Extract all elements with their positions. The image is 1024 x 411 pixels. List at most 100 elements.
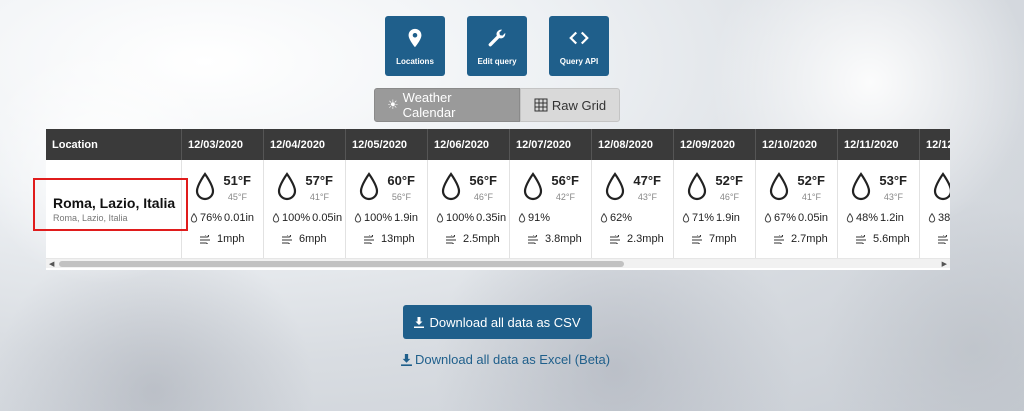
view-toggle: ☀ Weather Calendar Raw Grid [374, 88, 620, 122]
min-temperature: 46°F [719, 192, 739, 202]
location-column-header: Location [46, 129, 182, 160]
max-temperature: 56°F [469, 173, 497, 188]
max-temperature: 57°F [305, 173, 333, 188]
day-cell[interactable]: 53°F 43°F 48% 1.2in 5.6mph [838, 160, 920, 258]
day-cell[interactable]: 60°F 56°F 100% 1.9in 13mph [346, 160, 428, 258]
wind-value: 13mph [381, 233, 415, 245]
day-cell[interactable]: 56°F 46°F 100% 0.35in 2.5mph [428, 160, 510, 258]
horizontal-scrollbar[interactable]: ◀ ▶ [46, 258, 950, 268]
download-excel-label: Download all data as Excel (Beta) [415, 352, 611, 367]
locations-button[interactable]: Locations [385, 16, 445, 76]
small-drop-icon [846, 213, 854, 223]
wind-value: 1mph [217, 233, 245, 245]
date-column-header: 12/04/2020 [264, 129, 346, 160]
small-drop-icon [518, 213, 526, 223]
raindrop-icon [359, 172, 379, 201]
scroll-right-arrow-icon[interactable]: ▶ [942, 260, 947, 268]
query-api-label: Query API [559, 56, 599, 66]
precipitation-row: 62% [600, 212, 634, 224]
wind-icon [692, 234, 702, 244]
day-cell[interactable]: 52°F 41°F 67% 0.05in 2.7mph [756, 160, 838, 258]
wind-row: 2.3mph [610, 233, 664, 245]
download-csv-label: Download all data as CSV [429, 314, 581, 330]
scroll-left-arrow-icon[interactable]: ◀ [49, 260, 54, 268]
location-cell: Roma, Lazio, Italia Roma, Lazio, Italia [46, 160, 182, 258]
raw-grid-label: Raw Grid [551, 97, 607, 113]
precip-value: 1.9in [394, 212, 418, 224]
humidity-value: 76% [200, 212, 223, 224]
humidity-value: 48% [856, 212, 879, 224]
day-cell[interactable]: 38% 6.2 [920, 160, 950, 258]
location-name[interactable]: Roma, Lazio, Italia [53, 195, 181, 211]
precip-value: 1.9in [716, 212, 740, 224]
day-cell[interactable]: 47°F 43°F 62% 2.3mph [592, 160, 674, 258]
precip-value: 0.05in [312, 212, 343, 224]
wind-icon [200, 234, 210, 244]
table-row: Roma, Lazio, Italia Roma, Lazio, Italia … [46, 160, 950, 258]
humidity-value: 71% [692, 212, 715, 224]
precipitation-row: 38% [928, 212, 950, 224]
day-cell[interactable]: 56°F 42°F 91% 3.8mph [510, 160, 592, 258]
min-temperature: 41°F [801, 192, 821, 202]
weather-calendar-label: Weather Calendar [402, 90, 456, 120]
raindrop-icon [277, 172, 297, 201]
weather-table: Location 12/03/2020 12/04/2020 12/05/2020 1… [46, 129, 950, 270]
query-api-button[interactable]: Query API [549, 16, 609, 76]
date-column-header: 12/05/2020 [346, 129, 428, 160]
min-temperature: 42°F [555, 192, 575, 202]
small-drop-icon [272, 213, 280, 223]
precip-value: 0.05in [798, 212, 829, 224]
download-csv-button[interactable]: Download all data as CSV [403, 305, 592, 339]
wind-icon [774, 234, 784, 244]
small-drop-icon [600, 213, 608, 223]
date-column-header: 12/11/2020 [838, 129, 920, 160]
wind-icon [364, 234, 374, 244]
date-column-header: 12/07/2020 [510, 129, 592, 160]
scrollbar-thumb[interactable] [59, 261, 624, 267]
day-cell[interactable]: 51°F 45°F 76% 0.01in 1mph [182, 160, 264, 258]
wind-value: 5.6mph [873, 233, 910, 245]
raindrop-icon [441, 172, 461, 201]
small-drop-icon [764, 213, 772, 223]
raindrop-icon [933, 172, 950, 201]
wrench-icon [488, 29, 506, 46]
wind-row: 6.2 [938, 233, 950, 245]
precipitation-row: 100% 0.05in [272, 212, 342, 224]
humidity-value: 67% [774, 212, 797, 224]
weather-calendar-tab[interactable]: ☀ Weather Calendar [374, 88, 520, 122]
wind-value: 3.8mph [545, 233, 582, 245]
precip-value: 1.2in [880, 212, 904, 224]
table-header: Location 12/03/2020 12/04/2020 12/05/2020 1… [46, 129, 950, 160]
wind-value: 2.7mph [791, 233, 828, 245]
top-toolbar: Locations Edit query Query API [385, 16, 609, 76]
wind-value: 2.3mph [627, 233, 664, 245]
edit-query-button[interactable]: Edit query [467, 16, 527, 76]
day-cell[interactable]: 57°F 41°F 100% 0.05in 6mph [264, 160, 346, 258]
max-temperature: 56°F [551, 173, 579, 188]
wind-icon [446, 234, 456, 244]
min-temperature: 45°F [227, 192, 247, 202]
map-pin-icon [408, 28, 422, 47]
min-temperature: 46°F [473, 192, 493, 202]
precip-value: 0.35in [476, 212, 507, 224]
date-column-header: 12/12/20 [920, 129, 950, 160]
wind-value: 2.5mph [463, 233, 500, 245]
precipitation-row: 100% 0.35in [436, 212, 506, 224]
humidity-value: 91% [528, 212, 551, 224]
wind-row: 6mph [282, 233, 327, 245]
wind-icon [938, 234, 948, 244]
download-icon [401, 353, 412, 366]
max-temperature: 47°F [633, 173, 661, 188]
precipitation-row: 67% 0.05in [764, 212, 828, 224]
day-cell[interactable]: 52°F 46°F 71% 1.9in 7mph [674, 160, 756, 258]
precipitation-row: 100% 1.9in [354, 212, 418, 224]
wind-row: 13mph [364, 233, 415, 245]
download-excel-link[interactable]: Download all data as Excel (Beta) [401, 352, 610, 367]
raw-grid-tab[interactable]: Raw Grid [520, 88, 620, 122]
humidity-value: 100% [446, 212, 475, 224]
date-column-header: 12/06/2020 [428, 129, 510, 160]
min-temperature: 41°F [309, 192, 329, 202]
precipitation-row: 48% 1.2in [846, 212, 904, 224]
date-column-header: 12/03/2020 [182, 129, 264, 160]
wind-row: 2.5mph [446, 233, 500, 245]
